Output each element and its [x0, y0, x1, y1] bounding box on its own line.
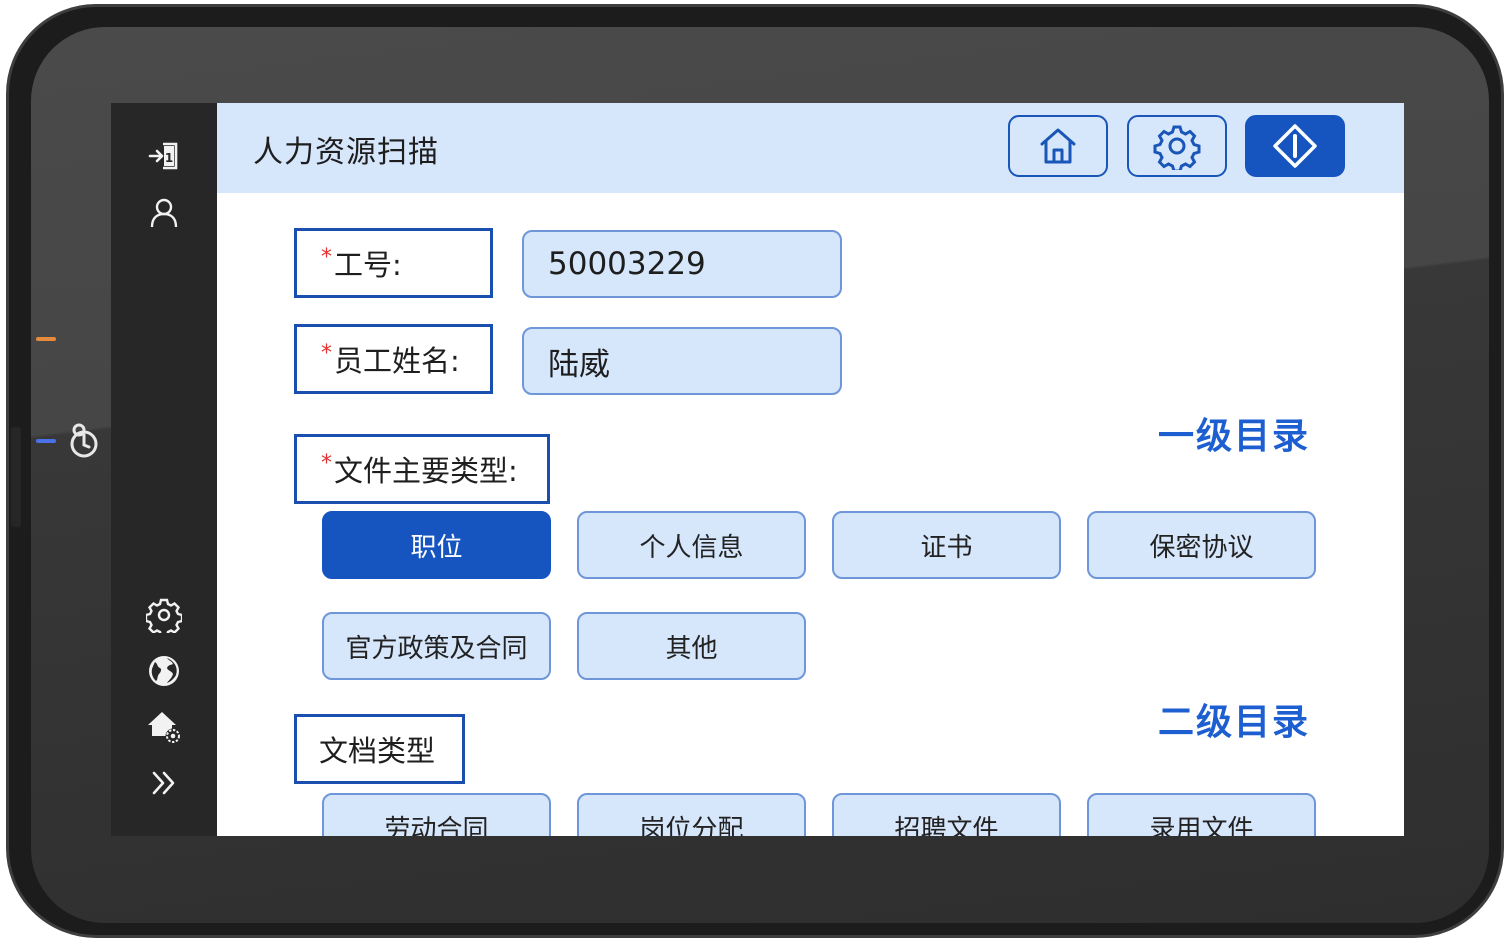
- employee-name-label-text: 员工姓名:: [334, 344, 460, 378]
- svg-text:1: 1: [165, 151, 173, 165]
- key-logo-icon: [64, 421, 104, 461]
- required-mark: *: [321, 450, 332, 476]
- screen: 1 人力资源扫描 * 工号: 50003229 * 员工姓名: 陆威 一级目录 …: [111, 103, 1404, 836]
- double-chevron-right-icon[interactable]: [144, 763, 184, 803]
- employee-id-input[interactable]: 50003229: [522, 230, 842, 298]
- home-icon: [1040, 128, 1076, 164]
- primary-option-other[interactable]: 其他: [577, 612, 806, 680]
- form-content: * 工号: 50003229 * 员工姓名: 陆威 一级目录 * 文件主要类型:…: [217, 193, 1404, 836]
- home-button[interactable]: [1008, 115, 1108, 177]
- primary-option-confidentiality[interactable]: 保密协议: [1087, 511, 1316, 579]
- device-side-button[interactable]: [11, 427, 21, 527]
- home-settings-icon[interactable]: [144, 707, 184, 747]
- primary-option-personal-info[interactable]: 个人信息: [577, 511, 806, 579]
- primary-category-title: 一级目录: [1158, 416, 1311, 457]
- primary-option-policy-contract[interactable]: 官方政策及合同: [322, 612, 551, 680]
- start-icon: [1273, 124, 1317, 168]
- user-icon[interactable]: [144, 193, 184, 233]
- settings-button[interactable]: [1127, 115, 1227, 177]
- document-type-label-text: 文档类型: [319, 734, 436, 768]
- primary-type-label: * 文件主要类型:: [294, 434, 550, 504]
- employee-name-label: * 员工姓名:: [294, 324, 493, 394]
- primary-type-label-text: 文件主要类型:: [334, 454, 518, 488]
- employee-id-value: 50003229: [548, 246, 706, 282]
- employee-id-label: * 工号:: [294, 228, 493, 298]
- sidebar: 1: [111, 103, 217, 836]
- globe-icon[interactable]: [144, 651, 184, 691]
- document-type-label: 文档类型: [294, 714, 465, 784]
- primary-option-certificate[interactable]: 证书: [832, 511, 1061, 579]
- employee-name-input[interactable]: 陆威: [522, 327, 842, 395]
- status-led-blue: [36, 439, 56, 443]
- settings-icon[interactable]: [144, 595, 184, 635]
- status-led-orange: [36, 337, 56, 341]
- gear-icon: [1153, 125, 1201, 170]
- secondary-option-job-assignment[interactable]: 岗位分配: [577, 793, 806, 836]
- primary-option-position[interactable]: 职位: [322, 511, 551, 579]
- sign-in-icon[interactable]: 1: [144, 136, 184, 176]
- secondary-category-title: 二级目录: [1158, 702, 1311, 743]
- employee-name-value: 陆威: [548, 346, 610, 383]
- app-header: 人力资源扫描: [217, 103, 1404, 193]
- secondary-option-labor-contract[interactable]: 劳动合同: [322, 793, 551, 836]
- secondary-option-offer[interactable]: 录用文件: [1087, 793, 1316, 836]
- start-button[interactable]: [1245, 115, 1345, 177]
- employee-id-label-text: 工号:: [334, 248, 402, 282]
- page-title: 人力资源扫描: [253, 135, 439, 170]
- required-mark: *: [321, 340, 332, 366]
- secondary-option-recruitment[interactable]: 招聘文件: [832, 793, 1061, 836]
- required-mark: *: [321, 244, 332, 270]
